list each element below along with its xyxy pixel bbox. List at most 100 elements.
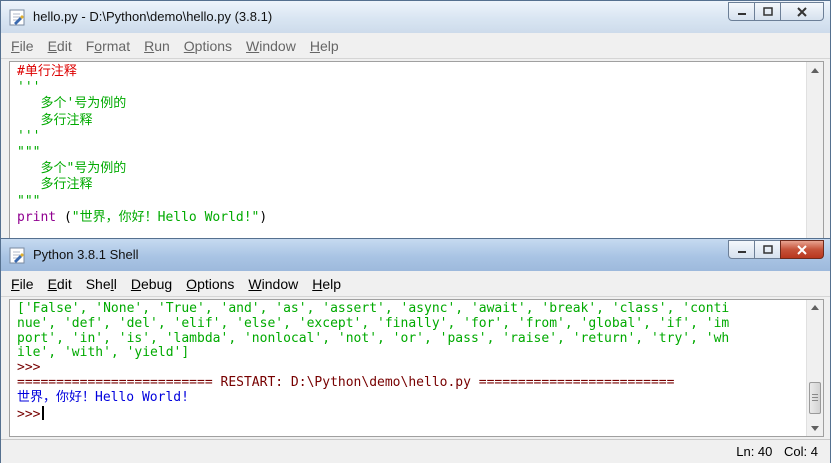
editor-scrollbar[interactable]	[806, 62, 823, 238]
python-idle-icon	[9, 247, 25, 264]
close-icon	[797, 244, 807, 255]
shell-output[interactable]: ['False', 'None', 'True', 'and', 'as', '…	[17, 301, 730, 423]
print-open-paren: (	[56, 209, 72, 225]
menu-label-accel: O	[183, 37, 195, 54]
shell-input-line[interactable]: >>>	[17, 405, 729, 423]
shell-console[interactable]: ['False', 'None', 'True', 'and', 'as', '…	[9, 299, 824, 437]
code-line: 多个"号为例的	[17, 161, 127, 177]
code-editor[interactable]: #单行注释 ''' 多个'号为例的 多行注释 ''' """ 多个"号为例的 多行注释…	[9, 61, 824, 239]
editor-maximize-button[interactable]	[754, 2, 781, 21]
status-column: Col: 4	[784, 444, 818, 459]
menu-window[interactable]: Window	[246, 38, 296, 54]
menu-label-accel: W	[248, 275, 262, 292]
code-line: '''	[17, 80, 41, 96]
menu-edit[interactable]: Edit	[48, 38, 72, 54]
menu-label-post: indow	[259, 37, 296, 54]
scroll-thumb[interactable]	[809, 382, 821, 414]
code-line: '''	[17, 128, 41, 144]
status-bar: Ln: 40 Col: 4	[1, 439, 830, 463]
menu-help[interactable]: Help	[312, 276, 341, 292]
shell-window: Python 3.8.1 Shell File Edit Shell Debug Opt…	[0, 238, 831, 463]
code-line: 多个'号为例的	[17, 96, 127, 112]
scroll-up-icon[interactable]	[811, 68, 819, 73]
menu-label-pre: F	[85, 37, 95, 54]
menu-shell[interactable]: Shell	[86, 276, 117, 292]
menu-file[interactable]: File	[11, 38, 34, 54]
scroll-down-icon[interactable]	[811, 426, 819, 431]
menu-window[interactable]: Window	[248, 276, 298, 292]
menu-run[interactable]: Run	[144, 38, 170, 54]
menu-label-post: indow	[261, 275, 299, 292]
editor-minimize-button[interactable]	[728, 2, 755, 21]
menu-label-accel: E	[47, 275, 57, 292]
menu-debug[interactable]: Debug	[131, 276, 172, 292]
code-line: #单行注释	[17, 64, 77, 79]
code-text[interactable]: #单行注释 ''' 多个'号为例的 多行注释 ''' """ 多个"号为例的 多行注释…	[17, 64, 267, 226]
shell-titlebar[interactable]: Python 3.8.1 Shell	[1, 239, 830, 271]
menu-label-post: ptions	[194, 37, 233, 54]
menu-label-post: elp	[319, 37, 339, 54]
minimize-icon	[737, 12, 746, 15]
menu-file[interactable]: File	[11, 276, 34, 292]
menu-label-accel: R	[144, 37, 155, 54]
shell-line: ========================= RESTART: D:\Py…	[17, 374, 675, 390]
menu-label-accel: O	[186, 275, 198, 292]
shell-line: port', 'in', 'is', 'lambda', 'nonlocal',…	[17, 330, 730, 346]
menu-label-post: ebug	[141, 275, 173, 292]
menu-label-accel: F	[11, 275, 20, 292]
code-line: 多行注释	[17, 177, 93, 193]
code-line: """	[17, 193, 41, 209]
menu-label-post: ile	[19, 37, 34, 54]
menu-label-accel: D	[130, 275, 142, 292]
menu-label-accel: E	[47, 37, 57, 54]
menu-options[interactable]: Options	[184, 38, 232, 54]
shell-close-button[interactable]	[780, 240, 824, 259]
code-line: """	[17, 145, 41, 161]
menu-label-accel: H	[309, 37, 320, 54]
editor-titlebar[interactable]: hello.py - D:\Python\demo\hello.py (3.8.…	[1, 1, 830, 33]
menu-label-accel: F	[11, 37, 20, 54]
print-keyword: print	[17, 209, 57, 225]
shell-line: nue', 'def', 'del', 'elif', 'else', 'exc…	[17, 315, 730, 331]
shell-maximize-button[interactable]	[754, 240, 781, 259]
menu-label-post: l	[113, 275, 117, 292]
shell-line: ile', 'with', 'yield']	[17, 345, 190, 361]
menu-format[interactable]: Format	[86, 38, 130, 54]
menu-help[interactable]: Help	[310, 38, 339, 54]
menu-label-post: elp	[322, 275, 342, 292]
editor-window-title: hello.py - D:\Python\demo\hello.py (3.8.…	[33, 9, 273, 24]
maximize-icon	[762, 7, 773, 16]
menu-label-accel: o	[94, 37, 103, 54]
print-string: "世界，你好！Hello World!"	[71, 209, 260, 225]
menu-label-post: rmat	[102, 37, 131, 54]
shell-line: >>>	[17, 360, 41, 376]
menu-edit[interactable]: Edit	[48, 276, 72, 292]
shell-line: 世界，你好！Hello World!	[17, 389, 189, 405]
menu-label-post: ile	[19, 275, 34, 292]
print-close-paren: )	[259, 209, 268, 225]
shell-minimize-button[interactable]	[728, 240, 755, 259]
shell-scrollbar[interactable]	[806, 300, 823, 436]
editor-window: hello.py - D:\Python\demo\hello.py (3.8.…	[0, 0, 831, 240]
menu-options[interactable]: Options	[186, 276, 234, 292]
maximize-icon	[762, 245, 773, 254]
minimize-icon	[737, 250, 746, 253]
code-line: 多行注释	[17, 112, 93, 128]
shell-menubar: File Edit Shell Debug Options Window Help	[1, 271, 830, 297]
code-line-print: print ("世界，你好！Hello World!")	[17, 210, 267, 226]
editor-menubar: File Edit Format Run Options Window Help	[1, 33, 830, 59]
shell-line: ['False', 'None', 'True', 'and', 'as', '…	[17, 301, 730, 316]
menu-label-post: un	[154, 37, 170, 54]
menu-label-post: dit	[56, 275, 72, 292]
close-icon	[797, 6, 807, 17]
shell-window-title: Python 3.8.1 Shell	[33, 247, 139, 262]
text-cursor	[42, 405, 45, 420]
scroll-up-icon[interactable]	[811, 305, 819, 310]
status-line: Ln: 40	[736, 444, 773, 459]
editor-close-button[interactable]	[780, 2, 824, 21]
shell-prompt: >>>	[17, 406, 41, 422]
menu-label-accel: H	[312, 275, 323, 292]
menu-label-pre: She	[85, 275, 111, 292]
menu-label-accel: W	[246, 37, 260, 54]
menu-label-post: ptions	[197, 275, 235, 292]
